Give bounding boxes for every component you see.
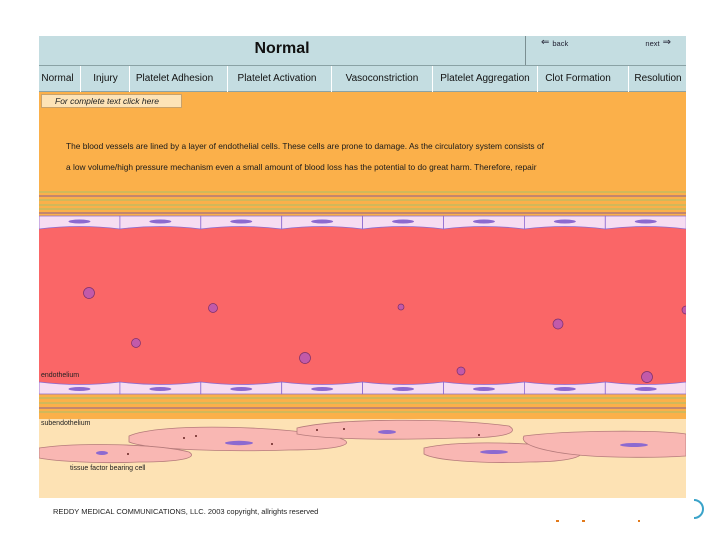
back-label: back: [552, 38, 569, 48]
endothelial-cells-top: [39, 215, 686, 230]
platelet: [208, 303, 218, 313]
cell-nucleus: [392, 387, 415, 391]
tissue-granule: [127, 453, 129, 455]
intro-text: The blood vessels are lined by a layer o…: [66, 136, 656, 178]
nav-box: ⇐ back next ⇒: [525, 36, 686, 65]
tissue-granule: [478, 434, 480, 436]
cell-nucleus: [230, 219, 253, 224]
tissue-cell-label: tissue factor bearing cell: [70, 465, 146, 472]
cell-nucleus: [149, 219, 172, 224]
tissue-nucleus: [96, 451, 108, 455]
platelet: [299, 352, 311, 364]
decor-dot: [638, 520, 640, 522]
lower-stripes: [39, 397, 686, 413]
cell-nucleus: [311, 219, 334, 224]
tissue-granule: [316, 429, 318, 431]
platelet: [552, 318, 564, 330]
endothelium-label: endothelium: [41, 372, 79, 379]
decor-dot: [582, 520, 585, 522]
tissue-nucleus: [480, 450, 508, 454]
tissue-granule: [195, 435, 197, 437]
tab-separator: [432, 66, 433, 92]
cell-nucleus: [230, 387, 253, 391]
cell-nucleus: [634, 387, 657, 391]
tab-clot-formation[interactable]: Clot Formation: [539, 66, 617, 92]
cell-nucleus: [68, 387, 91, 391]
arrow-left-icon: ⇐: [541, 37, 550, 48]
cell-nucleus: [553, 219, 576, 224]
decor-dot: [556, 520, 559, 522]
arrow-right-icon: ⇒: [662, 37, 671, 48]
platelet: [83, 287, 95, 299]
subendothelium-label: subendothelium: [41, 420, 91, 427]
page-title: Normal: [254, 40, 310, 57]
tab-normal[interactable]: Normal: [39, 66, 76, 92]
tab-separator: [80, 66, 81, 92]
platelet: [456, 366, 466, 376]
cell-nucleus: [472, 219, 495, 224]
tab-separator: [537, 66, 538, 92]
title-bar: Normal ⇐ back next ⇒: [39, 36, 686, 65]
tab-injury[interactable]: Injury: [83, 66, 128, 92]
tissue-granule: [343, 428, 345, 430]
next-button[interactable]: next ⇒: [645, 38, 671, 48]
cell-nucleus: [149, 387, 172, 391]
tissue-granule: [271, 443, 273, 445]
platelet: [397, 303, 405, 311]
cell-nucleus: [68, 219, 91, 224]
tab-separator: [628, 66, 629, 92]
tab-separator: [227, 66, 228, 92]
tab-resolution[interactable]: Resolution: [630, 66, 686, 92]
tab-separator: [129, 66, 130, 92]
tab-platelet-aggregation[interactable]: Platelet Aggregation: [435, 66, 535, 92]
blood-vessel-diagram: endothelium subendothelium tissue factor…: [39, 191, 686, 498]
back-button[interactable]: ⇐ back: [541, 38, 568, 48]
platelet: [131, 338, 141, 348]
cell-nucleus: [392, 219, 415, 224]
tab-platelet-activation[interactable]: Platelet Activation: [229, 66, 325, 92]
intro-line: The blood vessels are lined by a layer o…: [66, 141, 544, 151]
vessel-lumen: [39, 216, 686, 390]
cell-nucleus: [311, 387, 334, 391]
tissue-granule: [183, 437, 185, 439]
upper-stripes: [39, 191, 686, 214]
tissue-nucleus: [225, 440, 253, 446]
copyright-text: REDDY MEDICAL COMMUNICATIONS, LLC. 2003 …: [53, 507, 319, 516]
full-text-link[interactable]: For complete text click here: [41, 94, 182, 108]
tab-platelet-adhesion[interactable]: Platelet Adhesion: [131, 66, 218, 92]
intro-line: a low volume/high pressure mechanism eve…: [66, 162, 537, 172]
cell-nucleus: [472, 387, 495, 391]
tab-vasoconstriction[interactable]: Vasoconstriction: [336, 66, 428, 92]
platelet: [641, 371, 653, 383]
tab-bar: Normal Injury Platelet Adhesion Platelet…: [39, 65, 686, 92]
cell-nucleus: [553, 387, 576, 391]
app-window: Normal ⇐ back next ⇒ Normal Injury Plate…: [39, 36, 686, 498]
tissue-nucleus: [620, 443, 648, 447]
tab-separator: [331, 66, 332, 92]
cell-nucleus: [634, 219, 657, 224]
tissue-cell: [296, 419, 513, 440]
endothelial-cells-bottom: [39, 381, 686, 395]
next-label: next: [645, 38, 660, 48]
tissue-nucleus: [378, 430, 396, 434]
arc-icon[interactable]: [692, 498, 704, 520]
